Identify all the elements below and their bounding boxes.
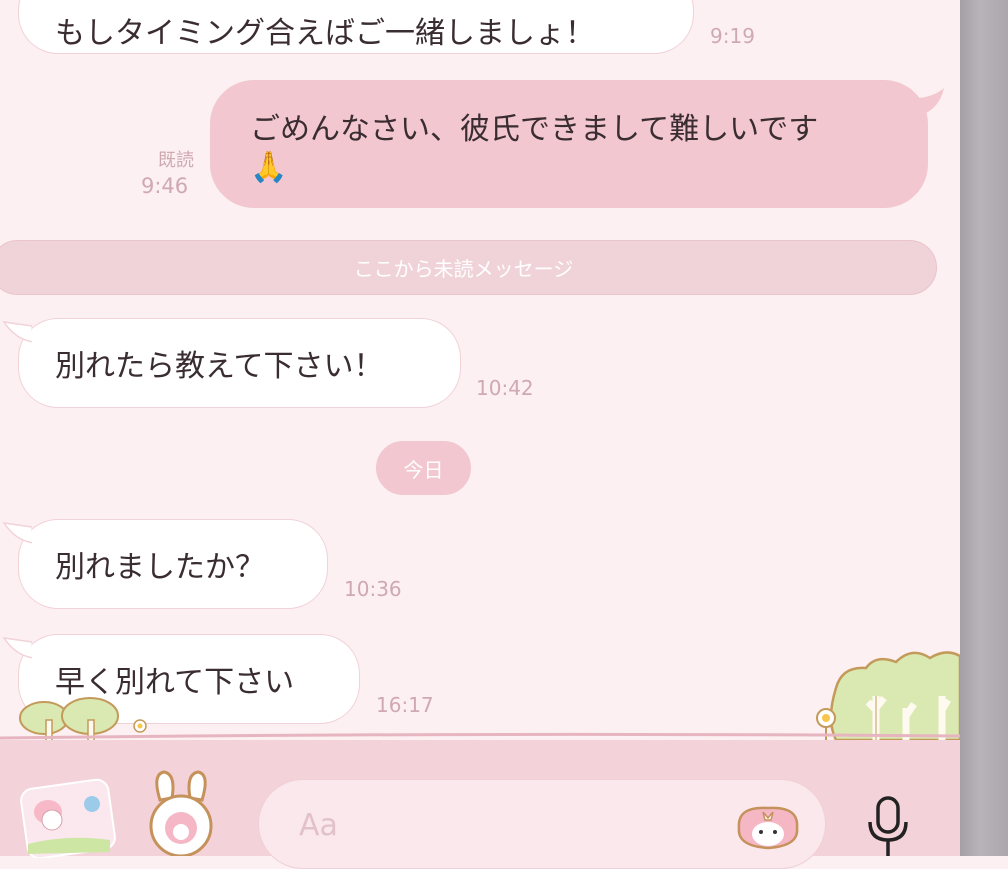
- right-trees-illustration: [816, 651, 960, 742]
- message-bubble-sent[interactable]: ごめんなさい、彼氏できまして難しいです 🙏: [210, 80, 928, 208]
- praying-hands-emoji: 🙏: [250, 150, 288, 185]
- message-bubble-received[interactable]: もしタイミング合えばご一緒しましょ！: [18, 0, 694, 54]
- melody-bunny-emoji-icon[interactable]: [138, 770, 224, 856]
- received-bubble-tail: [2, 522, 32, 544]
- message-text-line1: ごめんなさい、彼氏できまして難しいです: [250, 112, 819, 147]
- screen-edge: [960, 0, 1008, 856]
- microphone-icon[interactable]: [862, 794, 914, 856]
- message-text: 別れましたか？: [55, 550, 265, 585]
- message-text: 別れたら教えて下さい！: [55, 349, 384, 384]
- message-text: もしタイミング合えばご一緒しましょ！: [55, 16, 595, 51]
- message-bubble-received[interactable]: 別れましたか？: [18, 519, 328, 609]
- unread-divider: ここから未読メッセージ: [0, 240, 937, 295]
- message-time: 9:46: [141, 174, 189, 198]
- message-input-placeholder: Aa: [299, 808, 338, 843]
- message-time: 9:19: [710, 24, 755, 48]
- sent-bubble-tail: [906, 88, 944, 116]
- read-receipt: 既読: [158, 150, 194, 171]
- melody-sticker-icon[interactable]: [18, 774, 118, 858]
- received-bubble-tail: [2, 321, 32, 343]
- message-time: 10:36: [344, 577, 402, 601]
- melody-face-icon[interactable]: [733, 802, 803, 852]
- chat-area: もしタイミング合えばご一緒しましょ！ 9:19 ごめんなさい、彼氏できまして難し…: [0, 0, 960, 856]
- date-separator: 今日: [376, 441, 471, 495]
- message-bubble-received[interactable]: 別れたら教えて下さい！: [18, 318, 461, 408]
- message-time: 10:42: [476, 376, 534, 400]
